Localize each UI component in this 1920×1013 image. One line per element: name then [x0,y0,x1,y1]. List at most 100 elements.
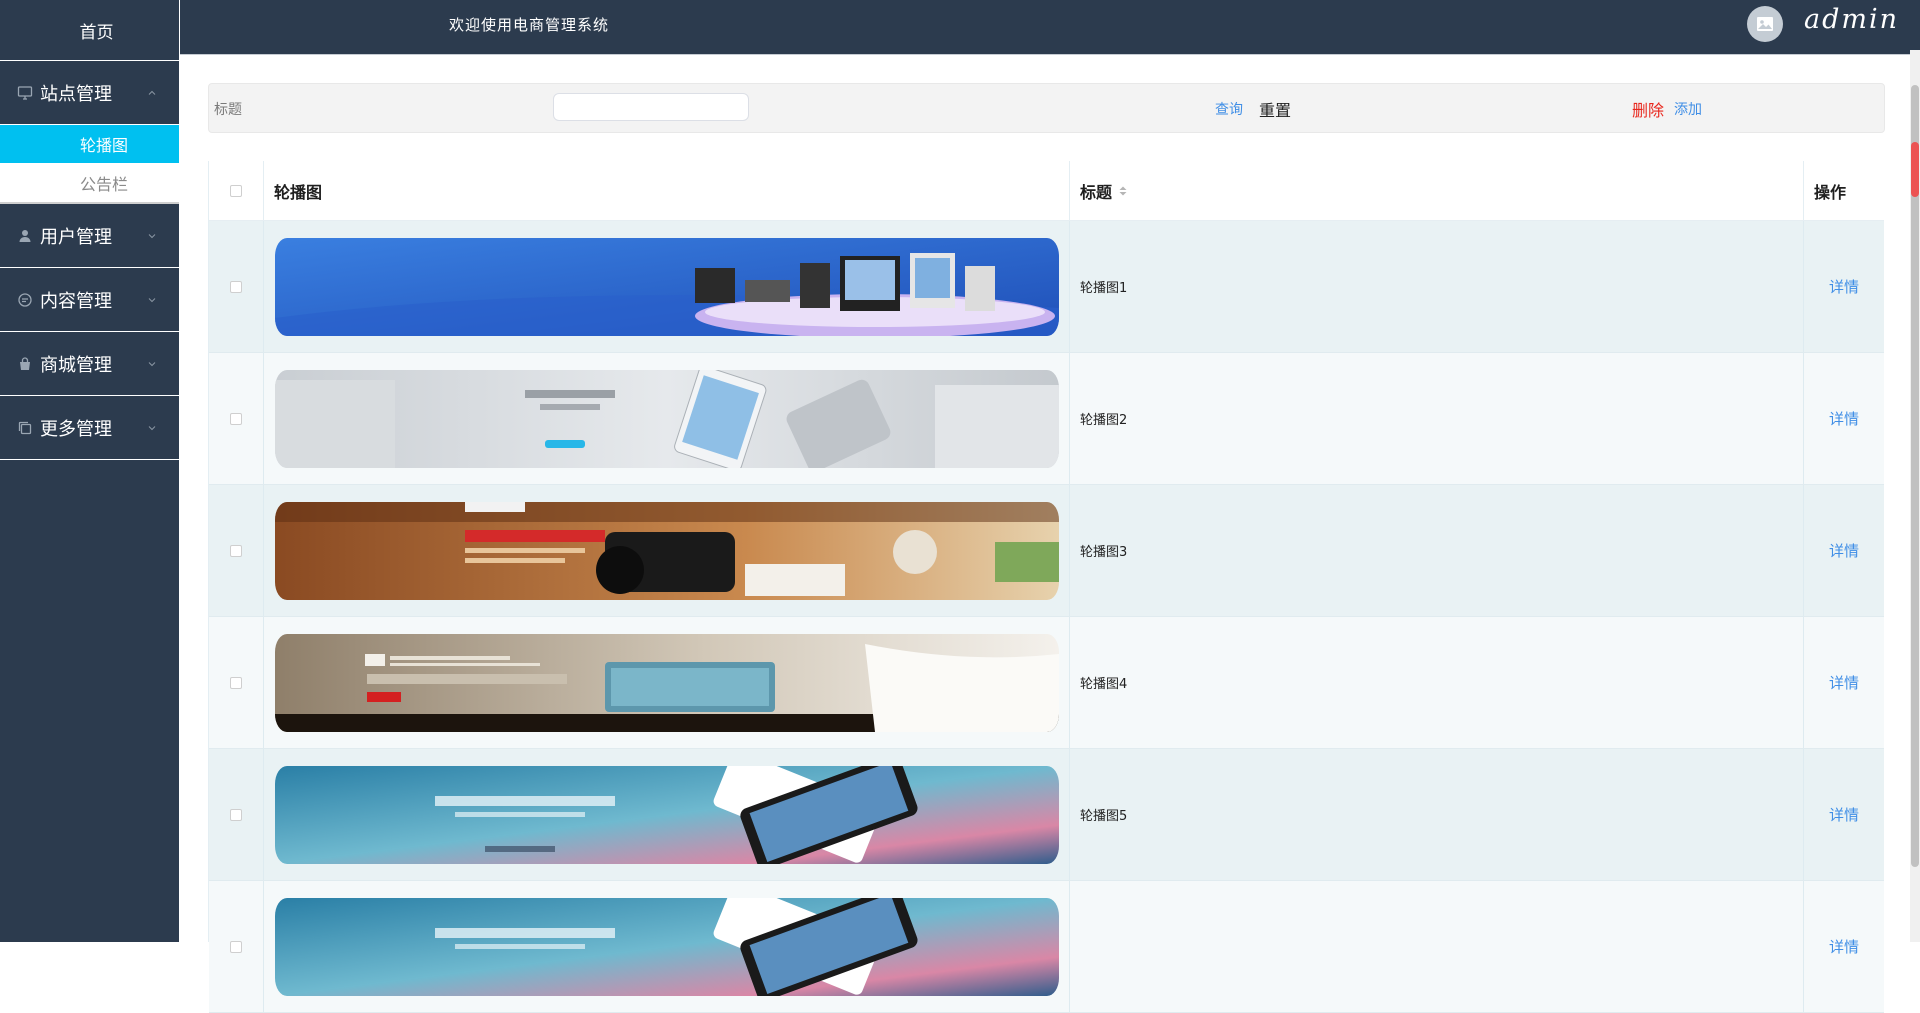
carousel-table: 轮播图 标题 操作 轮播图1 详情 轮播图2 详情 轮播图3 详情 轮播图4 详… [208,161,1884,1013]
username[interactable]: admin [1804,4,1899,35]
filter-bar: 标题 查询 重置 删除 添加 [208,83,1885,133]
sidebar-item-notice[interactable]: 公告栏 [0,164,179,204]
row-checkbox[interactable] [230,676,242,689]
scrollbar-thumb[interactable] [1911,85,1919,867]
banner-image-speaker [275,633,1059,732]
row-select-cell [209,617,264,748]
row-select-cell [209,221,264,352]
row-checkbox[interactable] [230,808,242,821]
action-cell: 详情 [1804,353,1884,484]
chevron-down-icon [148,233,156,238]
action-cell: 详情 [1804,221,1884,352]
chevron-down-icon [148,297,156,302]
column-header-title[interactable]: 标题 [1070,161,1804,220]
welcome-text: 欢迎使用电商管理系统 [449,16,610,34]
row-title: 轮播图2 [1080,413,1128,428]
row-checkbox[interactable] [230,280,242,293]
table-row: 轮播图3 详情 [209,485,1884,617]
chat-icon [16,291,34,309]
banner-cell [264,617,1070,748]
action-cell: 详情 [1804,617,1884,748]
column-header-label: 操作 [1814,182,1847,202]
bag-icon [16,355,34,373]
image-icon [1757,17,1773,31]
select-all-cell [209,161,264,220]
table-row: 轮播图1 详情 [209,221,1884,353]
sidebar-group-label: 用户管理 [40,226,112,248]
table-row: 轮播图5 详情 [209,749,1884,881]
action-cell: 详情 [1804,881,1884,1012]
column-header-label: 标题 [1080,182,1113,202]
title-cell [1070,881,1804,1012]
row-title: 轮播图4 [1080,677,1128,692]
sidebar-group-label: 内容管理 [40,290,112,312]
row-select-cell [209,749,264,880]
row-checkbox[interactable] [230,940,242,953]
sidebar-group-site[interactable]: 站点管理 [0,61,179,125]
title-cell: 轮播图3 [1070,485,1804,616]
banner-cell [264,485,1070,616]
row-title: 轮播图3 [1080,545,1128,560]
sidebar-group-label: 更多管理 [40,418,112,440]
banner-image-electronics [275,237,1059,336]
sidebar-home-label: 首页 [79,22,114,43]
banner-image-camera [275,501,1059,600]
detail-link[interactable]: 详情 [1829,936,1859,957]
top-bar: 欢迎使用电商管理系统 admin [180,0,1920,55]
sidebar-group-more[interactable]: 更多管理 [0,396,179,460]
chevron-down-icon [148,425,156,430]
action-cell: 详情 [1804,749,1884,880]
copy-icon [16,419,34,437]
avatar[interactable] [1747,6,1783,42]
detail-link[interactable]: 详情 [1829,408,1859,429]
sidebar-item-label: 轮播图 [79,136,128,155]
sidebar-group-label: 站点管理 [40,83,112,105]
column-header-label: 轮播图 [274,182,323,202]
table-row: 轮播图4 详情 [209,617,1884,749]
title-filter-input[interactable] [553,93,749,121]
sort-icon[interactable] [1118,185,1128,197]
sidebar-item-carousel[interactable]: 轮播图 [0,125,179,164]
detail-link[interactable]: 详情 [1829,672,1859,693]
column-header-action: 操作 [1804,161,1884,220]
title-cell: 轮播图4 [1070,617,1804,748]
detail-link[interactable]: 详情 [1829,276,1859,297]
row-select-cell [209,485,264,616]
query-button[interactable]: 查询 [1215,99,1243,119]
row-select-cell [209,881,264,1012]
sidebar-group-mall[interactable]: 商城管理 [0,332,179,396]
sidebar-group-label: 商城管理 [40,354,112,376]
chevron-down-icon [148,361,156,366]
title-cell: 轮播图1 [1070,221,1804,352]
table-header: 轮播图 标题 操作 [209,161,1884,221]
select-all-checkbox[interactable] [230,184,242,197]
table-row: 轮播图2 详情 [209,353,1884,485]
row-title: 轮播图1 [1080,281,1128,296]
action-cell: 详情 [1804,485,1884,616]
banner-cell [264,221,1070,352]
sidebar-home[interactable]: 首页 [0,0,179,61]
detail-link[interactable]: 详情 [1829,540,1859,561]
row-title: 轮播图5 [1080,809,1128,824]
title-cell: 轮播图2 [1070,353,1804,484]
row-select-cell [209,353,264,484]
sidebar-group-users[interactable]: 用户管理 [0,204,179,268]
scrollbar-marker [1911,142,1919,197]
title-filter-label: 标题 [214,102,242,118]
user-icon [16,227,34,245]
add-button[interactable]: 添加 [1674,99,1702,119]
banner-image-mi-note [275,897,1059,996]
detail-link[interactable]: 详情 [1829,804,1859,825]
reset-button[interactable]: 重置 [1259,97,1291,121]
banner-cell [264,749,1070,880]
page-scrollbar[interactable] [1910,50,1920,942]
row-checkbox[interactable] [230,412,242,425]
banner-image-mi-note [275,765,1059,864]
delete-button[interactable]: 删除 [1632,97,1664,121]
row-checkbox[interactable] [230,544,242,557]
sidebar-group-content[interactable]: 内容管理 [0,268,179,332]
sidebar: 首页 站点管理 轮播图 公告栏 用户管理 内容管理 商城管理 更多管理 [0,0,179,942]
banner-cell [264,353,1070,484]
banner-image-phone [275,369,1059,468]
column-header-image: 轮播图 [264,161,1070,220]
